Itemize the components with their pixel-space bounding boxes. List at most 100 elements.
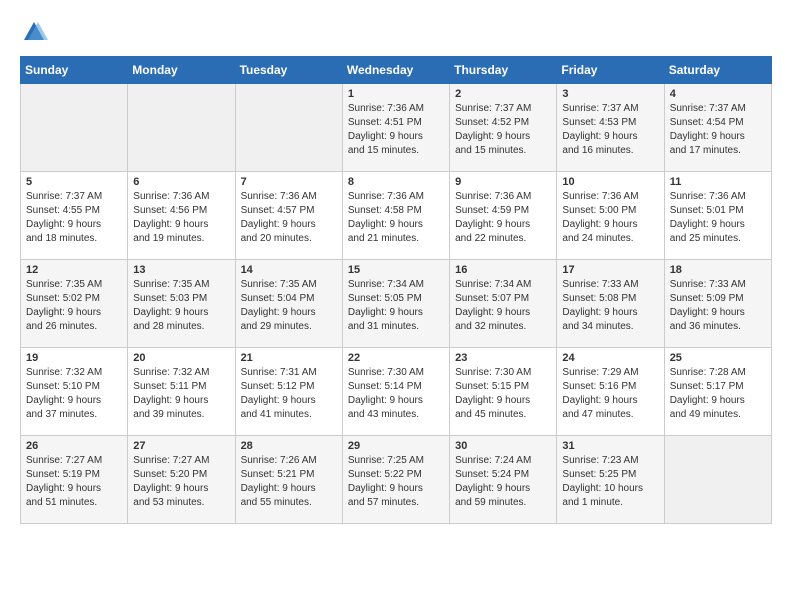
calendar-cell: 4 Sunrise: 7:37 AM Sunset: 4:54 PM Daylig… (664, 84, 771, 172)
col-header-sunday: Sunday (21, 57, 128, 84)
calendar-cell: 25Sunrise: 7:28 AM Sunset: 5:17 PM Dayli… (664, 348, 771, 436)
cell-content: Sunrise: 7:36 AM Sunset: 5:00 PM Dayligh… (562, 190, 658, 246)
cell-content: Sunrise: 7:36 AM Sunset: 4:51 PM Dayligh… (348, 102, 444, 158)
day-number: 8 (348, 176, 444, 188)
day-number: 30 (455, 440, 551, 452)
page: SundayMondayTuesdayWednesdayThursdayFrid… (0, 0, 792, 542)
cell-content: Sunrise: 7:33 AM Sunset: 5:08 PM Dayligh… (562, 278, 658, 334)
calendar-cell: 22Sunrise: 7:30 AM Sunset: 5:14 PM Dayli… (342, 348, 449, 436)
cell-content: Sunrise: 7:32 AM Sunset: 5:10 PM Dayligh… (26, 366, 122, 422)
cell-content: Sunrise: 7:36 AM Sunset: 5:01 PM Dayligh… (670, 190, 766, 246)
day-number: 24 (562, 352, 658, 364)
day-number: 2 (455, 88, 551, 100)
calendar-cell: 28 Sunrise: 7:26 AM Sunset: 5:21 PM Dayli… (235, 436, 342, 524)
day-number: 28 (241, 440, 337, 452)
calendar-cell: 12 Sunrise: 7:35 AM Sunset: 5:02 PM Dayli… (21, 260, 128, 348)
calendar-cell: 13Sunrise: 7:35 AM Sunset: 5:03 PM Dayli… (128, 260, 235, 348)
col-header-friday: Friday (557, 57, 664, 84)
cell-content: Sunrise: 7:25 AM Sunset: 5:22 PM Dayligh… (348, 454, 444, 510)
cell-content: Sunrise: 7:36 AM Sunset: 4:57 PM Dayligh… (241, 190, 337, 246)
cell-content: Sunrise: 7:36 AM Sunset: 4:56 PM Dayligh… (133, 190, 229, 246)
day-number: 22 (348, 352, 444, 364)
day-number: 3 (562, 88, 658, 100)
calendar-table: SundayMondayTuesdayWednesdayThursdayFrid… (20, 56, 772, 524)
cell-content: Sunrise: 7:24 AM Sunset: 5:24 PM Dayligh… (455, 454, 551, 510)
day-number: 25 (670, 352, 766, 364)
cell-content: Sunrise: 7:37 AM Sunset: 4:55 PM Dayligh… (26, 190, 122, 246)
calendar-cell: 26 Sunrise: 7:27 AM Sunset: 5:19 PM Dayli… (21, 436, 128, 524)
col-header-monday: Monday (128, 57, 235, 84)
calendar-cell: 16 Sunrise: 7:34 AM Sunset: 5:07 PM Dayli… (450, 260, 557, 348)
day-number: 29 (348, 440, 444, 452)
calendar-cell: 21 Sunrise: 7:31 AM Sunset: 5:12 PM Dayli… (235, 348, 342, 436)
calendar-cell: 29 Sunrise: 7:25 AM Sunset: 5:22 PM Dayli… (342, 436, 449, 524)
calendar-cell: 14 Sunrise: 7:35 AM Sunset: 5:04 PM Dayli… (235, 260, 342, 348)
day-number: 13 (133, 264, 229, 276)
day-number: 14 (241, 264, 337, 276)
logo (20, 18, 52, 46)
day-number: 23 (455, 352, 551, 364)
cell-content: Sunrise: 7:34 AM Sunset: 5:07 PM Dayligh… (455, 278, 551, 334)
calendar-cell: 7 Sunrise: 7:36 AM Sunset: 4:57 PM Daylig… (235, 172, 342, 260)
cell-content: Sunrise: 7:30 AM Sunset: 5:15 PM Dayligh… (455, 366, 551, 422)
col-header-tuesday: Tuesday (235, 57, 342, 84)
cell-content: Sunrise: 7:23 AM Sunset: 5:25 PM Dayligh… (562, 454, 658, 510)
day-number: 1 (348, 88, 444, 100)
calendar-cell: 19 Sunrise: 7:32 AM Sunset: 5:10 PM Dayli… (21, 348, 128, 436)
day-number: 6 (133, 176, 229, 188)
calendar-cell: 24 Sunrise: 7:29 AM Sunset: 5:16 PM Dayli… (557, 348, 664, 436)
col-header-thursday: Thursday (450, 57, 557, 84)
cell-content: Sunrise: 7:27 AM Sunset: 5:20 PM Dayligh… (133, 454, 229, 510)
week-row-5: 26 Sunrise: 7:27 AM Sunset: 5:19 PM Dayli… (21, 436, 772, 524)
cell-content: Sunrise: 7:35 AM Sunset: 5:04 PM Dayligh… (241, 278, 337, 334)
cell-content: Sunrise: 7:36 AM Sunset: 4:58 PM Dayligh… (348, 190, 444, 246)
calendar-cell: 2 Sunrise: 7:37 AM Sunset: 4:52 PM Daylig… (450, 84, 557, 172)
day-number: 16 (455, 264, 551, 276)
col-header-saturday: Saturday (664, 57, 771, 84)
calendar-cell: 11 Sunrise: 7:36 AM Sunset: 5:01 PM Dayli… (664, 172, 771, 260)
calendar-cell: 9 Sunrise: 7:36 AM Sunset: 4:59 PM Daylig… (450, 172, 557, 260)
cell-content: Sunrise: 7:36 AM Sunset: 4:59 PM Dayligh… (455, 190, 551, 246)
header (20, 18, 772, 46)
calendar-cell: 10 Sunrise: 7:36 AM Sunset: 5:00 PM Dayli… (557, 172, 664, 260)
calendar-cell: 18 Sunrise: 7:33 AM Sunset: 5:09 PM Dayli… (664, 260, 771, 348)
logo-icon (20, 18, 48, 46)
cell-content: Sunrise: 7:32 AM Sunset: 5:11 PM Dayligh… (133, 366, 229, 422)
cell-content: Sunrise: 7:26 AM Sunset: 5:21 PM Dayligh… (241, 454, 337, 510)
week-row-1: 1 Sunrise: 7:36 AM Sunset: 4:51 PM Daylig… (21, 84, 772, 172)
cell-content: Sunrise: 7:35 AM Sunset: 5:02 PM Dayligh… (26, 278, 122, 334)
day-number: 26 (26, 440, 122, 452)
day-number: 21 (241, 352, 337, 364)
calendar-cell (235, 84, 342, 172)
day-number: 17 (562, 264, 658, 276)
header-row: SundayMondayTuesdayWednesdayThursdayFrid… (21, 57, 772, 84)
cell-content: Sunrise: 7:27 AM Sunset: 5:19 PM Dayligh… (26, 454, 122, 510)
cell-content: Sunrise: 7:33 AM Sunset: 5:09 PM Dayligh… (670, 278, 766, 334)
calendar-cell: 27 Sunrise: 7:27 AM Sunset: 5:20 PM Dayli… (128, 436, 235, 524)
day-number: 27 (133, 440, 229, 452)
day-number: 19 (26, 352, 122, 364)
col-header-wednesday: Wednesday (342, 57, 449, 84)
cell-content: Sunrise: 7:31 AM Sunset: 5:12 PM Dayligh… (241, 366, 337, 422)
calendar-cell: 1 Sunrise: 7:36 AM Sunset: 4:51 PM Daylig… (342, 84, 449, 172)
day-number: 15 (348, 264, 444, 276)
day-number: 11 (670, 176, 766, 188)
calendar-cell: 8 Sunrise: 7:36 AM Sunset: 4:58 PM Daylig… (342, 172, 449, 260)
calendar-cell: 20Sunrise: 7:32 AM Sunset: 5:11 PM Dayli… (128, 348, 235, 436)
day-number: 10 (562, 176, 658, 188)
week-row-4: 19 Sunrise: 7:32 AM Sunset: 5:10 PM Dayli… (21, 348, 772, 436)
cell-content: Sunrise: 7:37 AM Sunset: 4:54 PM Dayligh… (670, 102, 766, 158)
day-number: 12 (26, 264, 122, 276)
cell-content: Sunrise: 7:37 AM Sunset: 4:52 PM Dayligh… (455, 102, 551, 158)
calendar-cell (128, 84, 235, 172)
day-number: 4 (670, 88, 766, 100)
calendar-cell: 23 Sunrise: 7:30 AM Sunset: 5:15 PM Dayli… (450, 348, 557, 436)
day-number: 5 (26, 176, 122, 188)
week-row-3: 12 Sunrise: 7:35 AM Sunset: 5:02 PM Dayli… (21, 260, 772, 348)
calendar-cell: 31Sunrise: 7:23 AM Sunset: 5:25 PM Dayli… (557, 436, 664, 524)
day-number: 18 (670, 264, 766, 276)
day-number: 9 (455, 176, 551, 188)
calendar-cell: 30 Sunrise: 7:24 AM Sunset: 5:24 PM Dayli… (450, 436, 557, 524)
cell-content: Sunrise: 7:29 AM Sunset: 5:16 PM Dayligh… (562, 366, 658, 422)
day-number: 7 (241, 176, 337, 188)
